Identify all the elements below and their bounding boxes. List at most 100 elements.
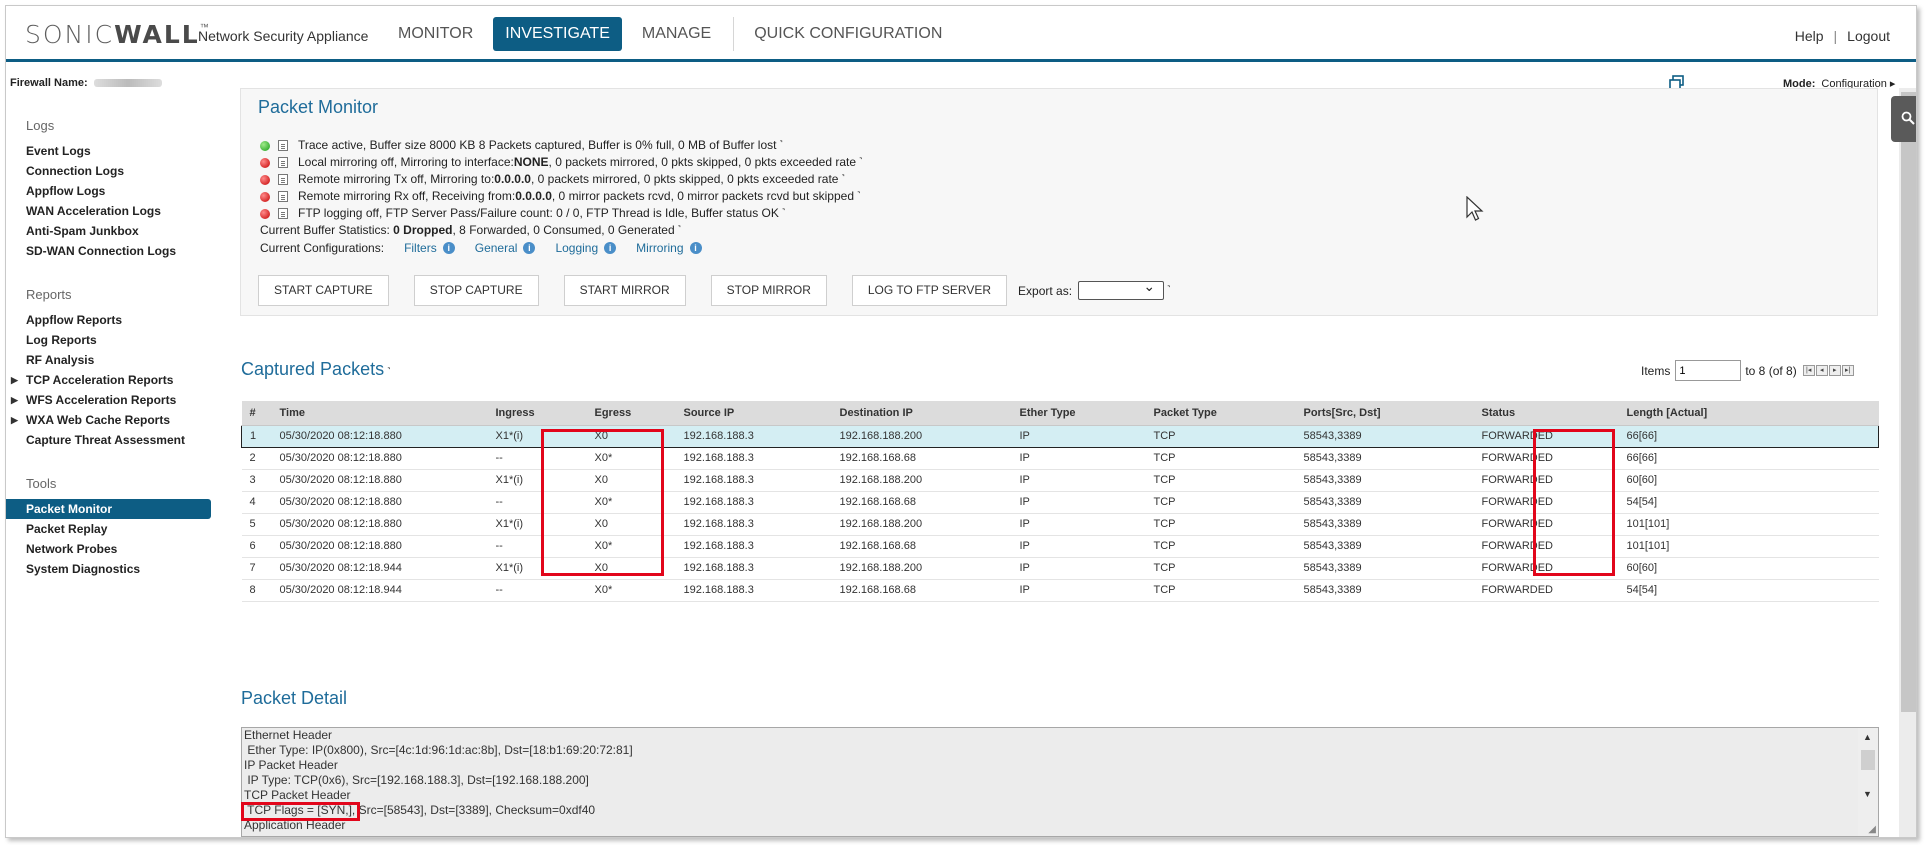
first-page-icon[interactable]: |◂ [1802, 365, 1815, 376]
stop-mirror-button[interactable]: STOP MIRROR [710, 275, 827, 306]
sidebar-item-rf-analysis[interactable]: RF Analysis [6, 350, 211, 370]
info-icon[interactable]: i [523, 242, 536, 254]
cell-source-ip: 192.168.188.3 [675, 513, 832, 536]
tab-manage[interactable]: MANAGE [630, 17, 723, 51]
filters-link[interactable]: Filters [404, 239, 437, 257]
table-row[interactable]: 4 05/30/2020 08:12:18.880 -- X0* 192.168.188… [241, 491, 1879, 514]
column-header-ports[interactable]: Ports[Src, Dst] [1295, 401, 1474, 426]
items-start-input[interactable] [1675, 360, 1742, 381]
tab-investigate[interactable]: INVESTIGATE [493, 17, 622, 51]
cell-packet-type: TCP [1145, 469, 1296, 492]
sidebar-item-packet-monitor[interactable]: Packet Monitor [6, 499, 211, 519]
sidebar-item-packet-replay[interactable]: Packet Replay [6, 519, 211, 539]
export-as-select[interactable] [1078, 278, 1165, 300]
sidebar-item-appflow-logs[interactable]: Appflow Logs [6, 181, 211, 201]
info-icon[interactable]: i [689, 242, 702, 254]
sidebar-item-anti-spam-junkbox[interactable]: Anti-Spam Junkbox [6, 221, 211, 241]
tooltip-tick-icon[interactable]: ˺ [387, 367, 390, 378]
column-header-length[interactable]: Length [Actual] [1618, 401, 1879, 426]
sidebar-item-network-probes[interactable]: Network Probes [6, 539, 211, 559]
prev-page-icon[interactable]: ◂ [1815, 365, 1828, 376]
info-icon[interactable]: i [604, 242, 617, 254]
table-row[interactable]: 7 05/30/2020 08:12:18.944 X1*(i) X0 192.168.… [241, 557, 1879, 580]
mirroring-link[interactable]: Mirroring [636, 239, 683, 257]
cell-source-ip: 192.168.188.3 [675, 447, 832, 470]
tooltip-tick-icon[interactable]: ˺ [857, 188, 860, 205]
page-scroll-thumb[interactable] [1901, 92, 1916, 712]
column-header-ingress[interactable]: Ingress [487, 401, 587, 426]
table-row[interactable]: 1 05/30/2020 08:12:18.880 X1*(i) X0 192.168.… [241, 424, 1879, 448]
column-header-packet-type[interactable]: Packet Type [1145, 401, 1296, 426]
cell-packet-type: TCP [1145, 557, 1296, 580]
detail-line: IP Type: TCP(0x6), Src=[192.168.188.3], … [244, 773, 589, 787]
cell-ether-type: IP [1011, 469, 1146, 492]
scroll-up-icon[interactable]: ▲ [1863, 732, 1872, 742]
logging-link[interactable]: Logging [555, 239, 598, 257]
tooltip-tick-icon[interactable]: ˺ [1167, 285, 1170, 296]
table-row[interactable]: 2 05/30/2020 08:12:18.880 -- X0* 192.168.188… [241, 447, 1879, 470]
resize-grip-icon[interactable]: ◢ [1868, 824, 1876, 835]
help-link[interactable]: Help [1795, 28, 1824, 44]
table-row[interactable]: 6 05/30/2020 08:12:18.880 -- X0* 192.168.188… [241, 535, 1879, 558]
log-to-ftp-server-button[interactable]: LOG TO FTP SERVER [851, 275, 1008, 306]
table-row[interactable]: 3 05/30/2020 08:12:18.880 X1*(i) X0 192.168.… [241, 469, 1879, 492]
sidebar-item-wxa-web-cache-reports[interactable]: ▶ WXA Web Cache Reports [6, 410, 211, 430]
tab-quick-configuration[interactable]: QUICK CONFIGURATION [742, 17, 954, 51]
logout-link[interactable]: Logout [1847, 28, 1890, 44]
scroll-down-icon[interactable]: ▼ [1863, 789, 1872, 799]
packet-detail-textarea[interactable]: Ethernet Header Ether Type: IP(0x800), S… [241, 727, 1879, 837]
sidebar-item-system-diagnostics[interactable]: System Diagnostics [6, 559, 211, 579]
cell-ports: 58543,3389 [1295, 557, 1474, 580]
export-as-label: Export as: [1018, 283, 1073, 298]
general-link[interactable]: General [475, 239, 518, 257]
column-header-time[interactable]: Time [271, 401, 488, 426]
table-row[interactable]: 8 05/30/2020 08:12:18.944 -- X0* 192.168.188… [241, 579, 1879, 602]
column-header-status[interactable]: Status [1473, 401, 1619, 426]
detail-scrollbar[interactable]: ▲ ▼ [1858, 728, 1878, 836]
stop-capture-button[interactable]: STOP CAPTURE [413, 275, 539, 306]
detail-scroll-thumb[interactable] [1861, 750, 1875, 770]
sidebar-heading-logs: Logs [26, 118, 55, 133]
tab-monitor[interactable]: MONITOR [386, 17, 485, 51]
last-page-icon[interactable]: ▸| [1841, 365, 1854, 376]
status-green-icon [260, 140, 270, 151]
status-red-icon [260, 191, 270, 202]
tooltip-tick-icon[interactable]: ˺ [782, 205, 785, 222]
column-header-egress[interactable]: Egress [586, 401, 676, 426]
column-header-destination-ip[interactable]: Destination IP [831, 401, 1012, 426]
sidebar-item-capture-threat-assessment[interactable]: Capture Threat Assessment [6, 430, 211, 450]
page-scrollbar[interactable] [1899, 88, 1916, 837]
tooltip-tick-icon[interactable]: ˺ [859, 154, 862, 171]
document-icon[interactable] [278, 174, 288, 185]
tooltip-tick-icon[interactable]: ˺ [678, 222, 681, 239]
start-capture-button[interactable]: START CAPTURE [258, 275, 389, 306]
sidebar-item-wfs-acceleration-reports[interactable]: ▶ WFS Acceleration Reports [6, 390, 211, 410]
document-icon[interactable] [278, 208, 288, 219]
sidebar-item-event-logs[interactable]: Event Logs [6, 141, 211, 161]
column-header-source-ip[interactable]: Source IP [675, 401, 832, 426]
cell-num: 4 [241, 491, 272, 514]
cell-status: FORWARDED [1473, 447, 1619, 470]
sidebar-item-tcp-acceleration-reports[interactable]: ▶ TCP Acceleration Reports [6, 370, 211, 390]
info-icon[interactable]: i [442, 242, 455, 254]
start-mirror-button[interactable]: START MIRROR [563, 275, 686, 306]
sidebar-item-connection-logs[interactable]: Connection Logs [6, 161, 211, 181]
document-icon[interactable] [278, 157, 288, 168]
cell-length: 66[66] [1618, 424, 1879, 448]
column-header-num[interactable]: # [241, 401, 272, 426]
sidebar-item-wan-acceleration-logs[interactable]: WAN Acceleration Logs [6, 201, 211, 221]
document-icon[interactable] [278, 191, 288, 202]
table-row[interactable]: 5 05/30/2020 08:12:18.880 X1*(i) X0 192.168.… [241, 513, 1879, 536]
cell-length: 60[60] [1618, 469, 1879, 492]
cell-ether-type: IP [1011, 491, 1146, 514]
document-icon[interactable] [278, 140, 288, 151]
search-tab[interactable] [1891, 96, 1916, 142]
sidebar-item-sd-wan-connection-logs[interactable]: SD-WAN Connection Logs [6, 241, 211, 261]
next-page-icon[interactable]: ▸ [1828, 365, 1841, 376]
tooltip-tick-icon[interactable]: ˺ [841, 171, 844, 188]
tooltip-tick-icon[interactable]: ˺ [779, 137, 782, 154]
sidebar-item-appflow-reports[interactable]: Appflow Reports [6, 310, 211, 330]
cell-ports: 58543,3389 [1295, 513, 1474, 536]
column-header-ether-type[interactable]: Ether Type [1011, 401, 1146, 426]
sidebar-item-log-reports[interactable]: Log Reports [6, 330, 211, 350]
